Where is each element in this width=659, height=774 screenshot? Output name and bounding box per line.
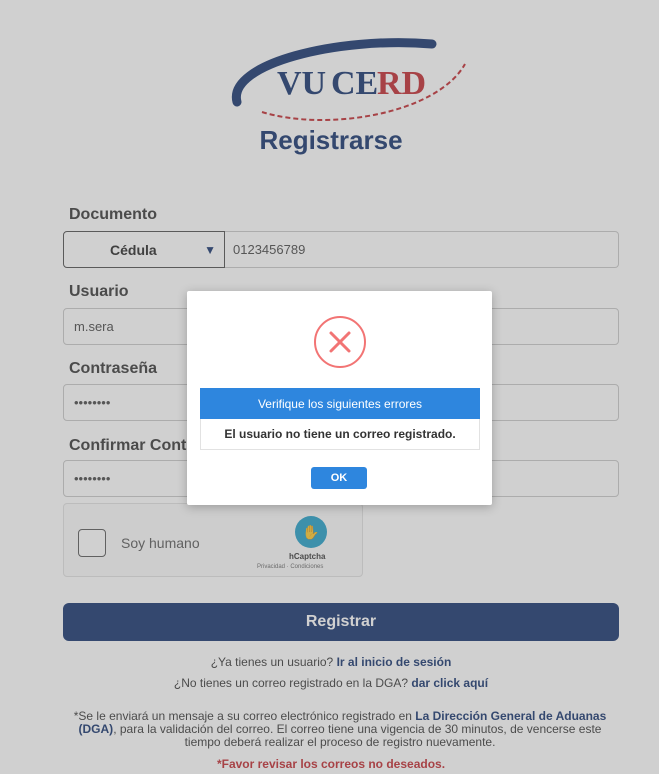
- error-message: El usuario no tiene un correo registrado…: [200, 419, 480, 450]
- ok-button[interactable]: OK: [311, 467, 367, 489]
- error-x-icon: [314, 316, 366, 368]
- error-dialog: Verifique los siguientes errores El usua…: [187, 291, 492, 505]
- error-header: Verifique los siguientes errores: [200, 388, 480, 419]
